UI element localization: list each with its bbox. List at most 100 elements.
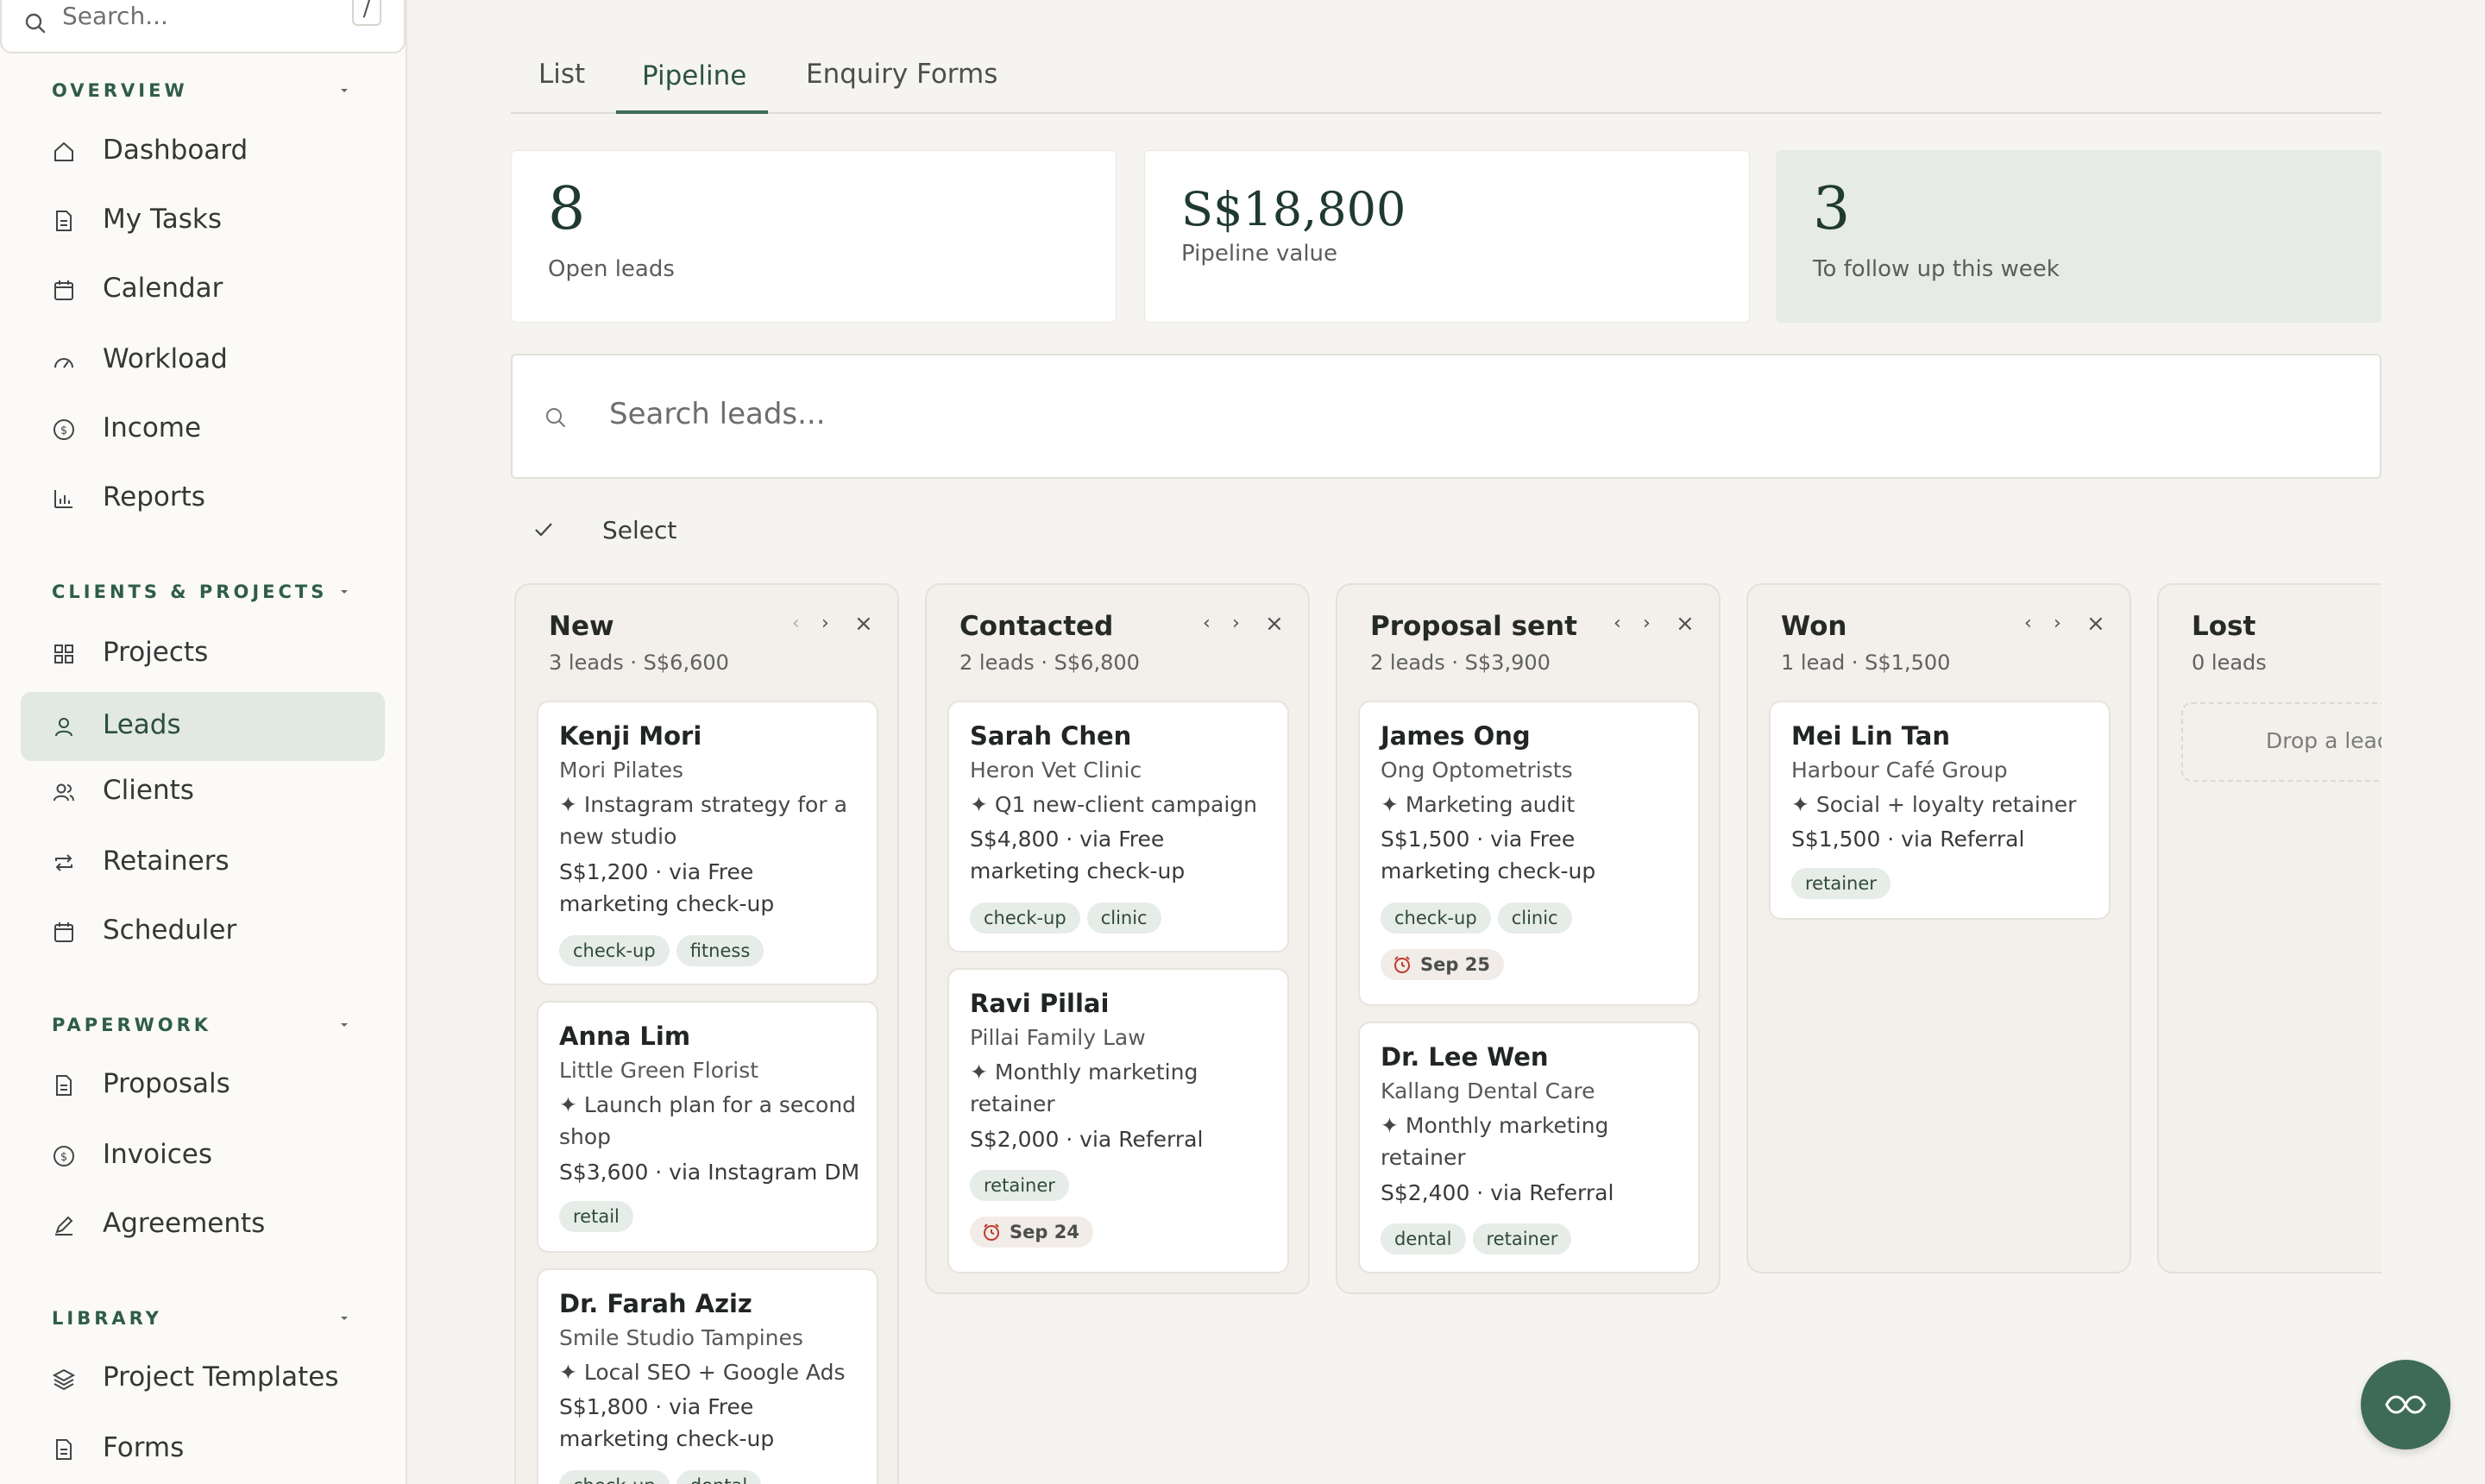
lead-company: Ong Optometrists (1381, 758, 1573, 783)
sidebar-item-leads[interactable]: Leads (21, 692, 385, 761)
chevron-down-icon[interactable] (338, 1315, 350, 1322)
tag-list: check-up fitness (559, 935, 771, 966)
lead-card[interactable]: Ravi Pillai Pillai Family Law ✦ Monthly … (947, 968, 1289, 1273)
sidebar-item-reports[interactable]: Reports (21, 464, 385, 533)
move-right-icon[interactable]: › (1232, 613, 1240, 634)
tag-list: retainer (970, 1170, 1076, 1201)
lead-description: ✦ Instagram strategy for a new studio (559, 792, 847, 849)
user-icon (55, 718, 72, 737)
check-icon (535, 523, 552, 537)
document-icon (56, 1075, 72, 1096)
sidebar-item-dashboard[interactable]: Dashboard (21, 117, 385, 186)
lead-card[interactable]: Dr. Lee Wen Kallang Dental Care ✦ Monthl… (1358, 1022, 1700, 1273)
sidebar-item-label: Retainers (103, 846, 230, 877)
tab-list[interactable]: List (538, 59, 585, 90)
calendar-icon (54, 922, 73, 942)
tag-list: check-up clinic (970, 902, 1168, 934)
lead-card[interactable]: Dr. Farah Aziz Smile Studio Tampines ✦ L… (537, 1268, 878, 1484)
column-won: Won 1 lead · S$1,500 ‹ › × Mei Lin Tan H… (1746, 583, 2131, 1273)
tag: check-up (1381, 902, 1491, 934)
column-title: Contacted (959, 611, 1114, 642)
sidebar-item-label: Scheduler (103, 915, 237, 946)
move-right-icon[interactable]: › (1643, 613, 1651, 634)
tag: retainer (970, 1170, 1069, 1201)
sidebar-item-calendar[interactable]: Calendar (21, 255, 385, 324)
lead-company: Little Green Florist (559, 1058, 759, 1083)
tab-enquiry-forms[interactable]: Enquiry Forms (806, 59, 997, 90)
chevron-down-icon[interactable] (338, 588, 350, 595)
lead-company: Heron Vet Clinic (970, 758, 1142, 783)
sidebar-item-projects[interactable]: Projects (21, 619, 385, 689)
lead-card[interactable]: Sarah Chen Heron Vet Clinic ✦ Q1 new-cli… (947, 701, 1289, 953)
stat-follow-up: 3 To follow up this week (1776, 150, 2381, 323)
lead-company: Smile Studio Tampines (559, 1325, 803, 1350)
active-tab-indicator (616, 110, 768, 114)
tag: fitness (676, 935, 764, 966)
sidebar-search-placeholder: Search... (62, 2, 168, 30)
move-left-icon[interactable]: ‹ (2024, 613, 2032, 634)
chevron-down-icon[interactable] (338, 1022, 350, 1028)
lead-search-input[interactable]: Search leads... (511, 354, 2381, 479)
stat-label: To follow up this week (1813, 256, 2060, 282)
lead-description: ✦ Q1 new-client campaign (970, 792, 1257, 817)
chevron-down-icon[interactable] (338, 87, 350, 94)
drop-zone-label: Drop a lead here (2266, 728, 2381, 753)
lead-name: Sarah Chen (970, 721, 1132, 751)
lead-name: Mei Lin Tan (1791, 721, 1950, 751)
users-icon (53, 783, 74, 802)
repeat-icon (55, 854, 72, 871)
drop-zone[interactable]: Drop a lead here (2181, 702, 2381, 782)
move-left-icon[interactable]: ‹ (1203, 613, 1211, 634)
sidebar-item-agreements[interactable]: Agreements (21, 1191, 385, 1260)
move-left-icon[interactable]: ‹ (1614, 613, 1621, 634)
document-icon (56, 211, 72, 231)
grid-icon (54, 645, 73, 663)
sidebar-item-scheduler[interactable]: Scheduler (21, 897, 385, 966)
tag: retail (559, 1201, 633, 1232)
lead-card[interactable]: James Ong Ong Optometrists ✦ Marketing a… (1358, 701, 1700, 1006)
tab-pipeline[interactable]: Pipeline (642, 60, 746, 91)
lead-value-source: S$4,800 · via Free marketing check-up (970, 827, 1186, 883)
move-right-icon[interactable]: › (821, 613, 829, 634)
stat-label: Open leads (548, 256, 675, 282)
document-icon (56, 1439, 72, 1460)
sidebar-item-workload[interactable]: Workload (21, 326, 385, 395)
tag: check-up (970, 902, 1080, 934)
assistant-fab-button[interactable] (2361, 1360, 2450, 1449)
lead-company: Mori Pilates (559, 758, 683, 783)
sidebar-item-income[interactable]: $ Income (21, 395, 385, 464)
svg-text:$: $ (60, 424, 67, 437)
move-right-icon[interactable]: › (2054, 613, 2061, 634)
sidebar-item-forms[interactable]: Forms (21, 1415, 385, 1484)
lead-value-source: S$1,500 · via Free marketing check-up (1381, 827, 1596, 883)
tag: clinic (1497, 902, 1572, 934)
sidebar: Search... / OVERVIEW Dashboard My Tasks … (0, 0, 407, 1484)
sidebar-item-invoices[interactable]: $ Invoices (21, 1122, 385, 1191)
close-icon[interactable]: × (2086, 611, 2105, 637)
layers-icon (52, 1368, 76, 1391)
sidebar-search[interactable]: Search... / (0, 0, 406, 53)
lead-value-source: S$1,800 · via Free marketing check-up (559, 1394, 775, 1451)
lead-name: Anna Lim (559, 1022, 691, 1051)
move-left-icon[interactable]: ‹ (792, 613, 800, 634)
sidebar-item-project-templates[interactable]: Project Templates (21, 1344, 385, 1413)
close-icon[interactable]: × (1676, 611, 1695, 637)
sidebar-item-label: Calendar (103, 273, 223, 304)
column-lost: Lost 0 leads Drop a lead here (2157, 583, 2381, 1273)
tag: check-up (559, 935, 670, 966)
sidebar-item-my-tasks[interactable]: My Tasks (21, 186, 385, 255)
column-new: New 3 leads · S$6,600 ‹ › × Kenji Mori M… (514, 583, 899, 1484)
view-tabs: List Pipeline Enquiry Forms (511, 43, 2381, 114)
lead-card[interactable]: Kenji Mori Mori Pilates ✦ Instagram stra… (537, 701, 878, 985)
sidebar-item-clients[interactable]: Clients (21, 758, 385, 827)
tag-list: retail (559, 1201, 640, 1232)
lead-search-placeholder: Search leads... (609, 397, 826, 431)
lead-card[interactable]: Anna Lim Little Green Florist ✦ Launch p… (537, 1001, 878, 1253)
sidebar-item-retainers[interactable]: Retainers (21, 828, 385, 897)
close-icon[interactable]: × (1265, 611, 1284, 637)
column-summary: 2 leads · S$6,800 (959, 651, 1140, 675)
lead-card[interactable]: Mei Lin Tan Harbour Café Group ✦ Social … (1769, 701, 2111, 920)
close-icon[interactable]: × (854, 611, 873, 637)
sidebar-item-label: Reports (103, 481, 205, 512)
sidebar-item-proposals[interactable]: Proposals (21, 1051, 385, 1120)
